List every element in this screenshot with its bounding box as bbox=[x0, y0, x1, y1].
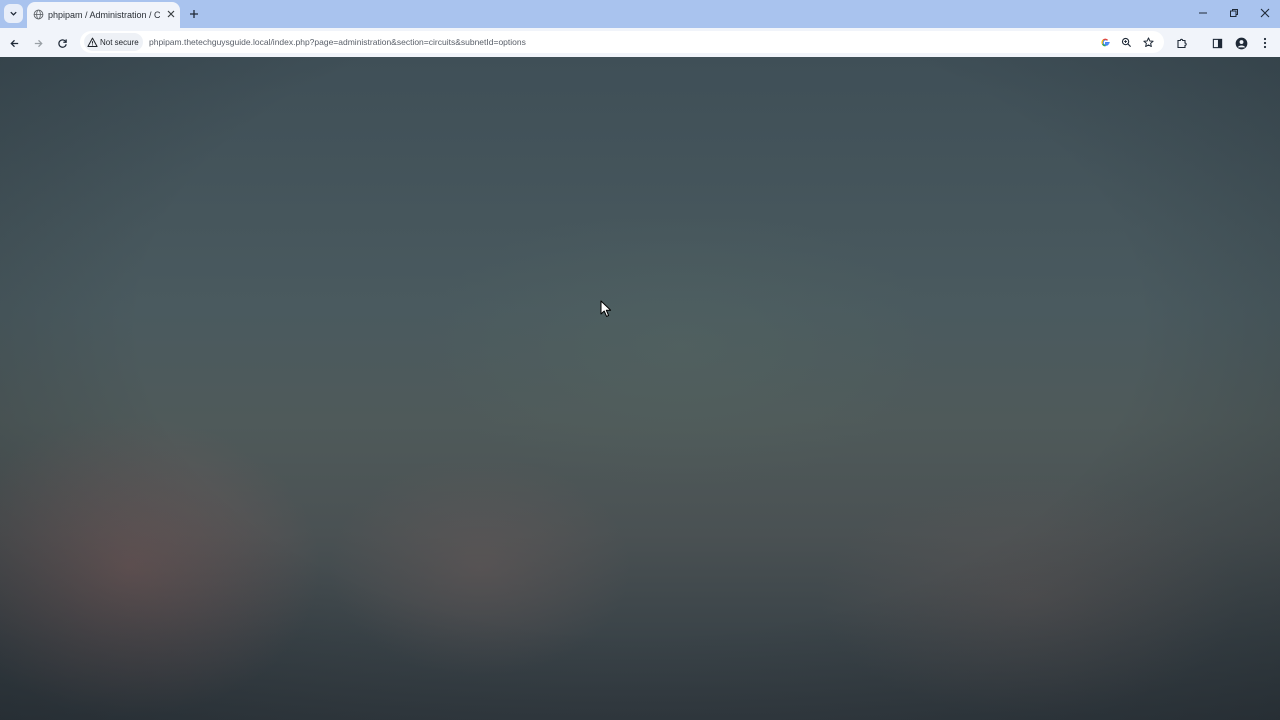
side-panel-icon bbox=[1212, 38, 1222, 48]
tab-strip: phpipam / Administration / Ci bbox=[0, 0, 1280, 28]
zoom-icon bbox=[1121, 37, 1131, 47]
plus-icon bbox=[190, 10, 198, 18]
url-text[interactable]: phpipam.thetechguysguide.local/index.php… bbox=[149, 36, 526, 48]
restore-button[interactable] bbox=[1223, 4, 1245, 22]
browser-menu-button[interactable] bbox=[1255, 33, 1275, 53]
browser-toolbar: Not secure phpipam.thetechguysguide.loca… bbox=[0, 28, 1280, 57]
close-icon bbox=[167, 10, 175, 18]
forward-arrow-icon bbox=[34, 39, 43, 47]
tab-title: phpipam / Administration / Ci bbox=[48, 10, 160, 20]
window-close-button[interactable] bbox=[1254, 4, 1276, 22]
avatar-icon bbox=[1235, 37, 1247, 49]
security-label: Not secure bbox=[100, 37, 139, 47]
puzzle-icon bbox=[1177, 38, 1187, 49]
google-lens-button[interactable] bbox=[1098, 35, 1112, 49]
new-tab-button[interactable] bbox=[186, 6, 202, 22]
minimize-button[interactable] bbox=[1192, 4, 1214, 22]
warning-icon bbox=[87, 37, 98, 47]
side-panel-button[interactable] bbox=[1207, 33, 1227, 53]
browser-window: phpipam / Administration / Ci Not secure… bbox=[0, 0, 1280, 720]
minimize-icon bbox=[1199, 12, 1207, 14]
tab-close-button[interactable] bbox=[165, 8, 177, 20]
back-arrow-icon bbox=[9, 39, 18, 47]
reload-icon bbox=[57, 38, 67, 48]
star-icon bbox=[1142, 36, 1154, 47]
globe-icon bbox=[33, 9, 44, 20]
extensions-button[interactable] bbox=[1172, 33, 1192, 53]
close-icon bbox=[1260, 8, 1270, 18]
security-chip[interactable]: Not secure bbox=[84, 33, 143, 51]
back-button[interactable] bbox=[4, 33, 24, 53]
mouse-cursor-icon bbox=[600, 300, 612, 317]
restore-icon bbox=[1230, 9, 1238, 17]
address-bar[interactable]: Not secure phpipam.thetechguysguide.loca… bbox=[80, 31, 1164, 53]
tab-phpipam[interactable]: phpipam / Administration / Ci bbox=[27, 2, 180, 28]
chevron-down-icon bbox=[10, 11, 17, 16]
google-icon bbox=[1100, 38, 1110, 46]
zoom-button[interactable] bbox=[1119, 35, 1133, 49]
backdrop-vignette bbox=[0, 57, 1280, 720]
forward-button[interactable] bbox=[28, 33, 48, 53]
tab-search-button[interactable] bbox=[4, 4, 23, 23]
page-viewport[interactable] bbox=[0, 57, 1280, 720]
kebab-menu-icon bbox=[1263, 37, 1267, 49]
profile-button[interactable] bbox=[1231, 33, 1251, 53]
reload-button[interactable] bbox=[52, 33, 72, 53]
bookmark-button[interactable] bbox=[1141, 35, 1155, 49]
